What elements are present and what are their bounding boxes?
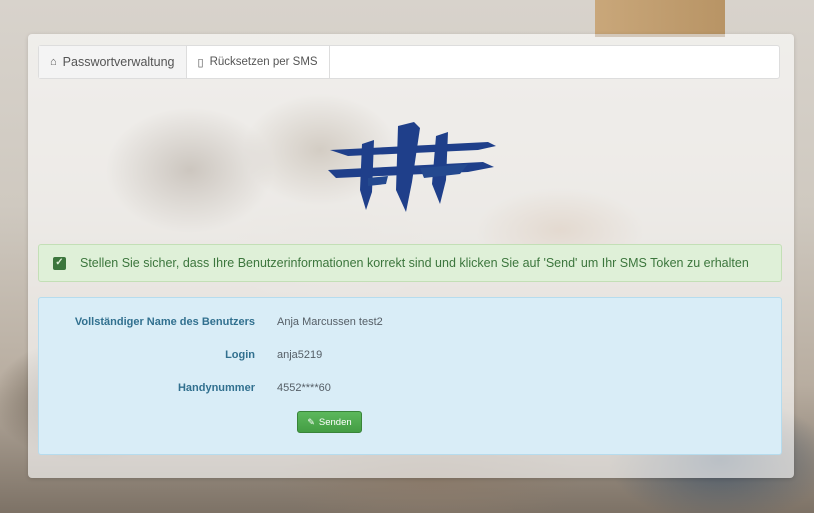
phone-value: 4552****60: [277, 382, 331, 394]
checkbox-checked-icon: ✓: [53, 256, 66, 270]
main-panel: ⌂ Passwortverwaltung ▯ Rücksetzen per SM…: [28, 34, 794, 478]
background-shelf: [595, 0, 725, 37]
fullname-row: Vollständiger Name des Benutzers Anja Ma…: [39, 312, 781, 332]
mobile-icon: ▯: [197, 56, 204, 69]
send-button[interactable]: ✎ Senden: [297, 411, 362, 433]
tab-ruecksetzen-sms[interactable]: ▯ Rücksetzen per SMS: [187, 46, 330, 78]
company-logo: [328, 122, 496, 212]
login-row: Login anja5219: [39, 345, 781, 365]
user-info-box: Vollständiger Name des Benutzers Anja Ma…: [38, 297, 782, 455]
edit-icon: ✎: [307, 416, 315, 427]
fullname-label: Vollständiger Name des Benutzers: [74, 316, 255, 328]
phone-row: Handynummer 4552****60: [39, 378, 781, 398]
alert-text: Stellen Sie sicher, dass Ihre Benutzerin…: [80, 256, 749, 270]
tab-passwortverwaltung[interactable]: ⌂ Passwortverwaltung: [39, 46, 187, 78]
login-label: Login: [225, 349, 255, 361]
tab-label: Passwortverwaltung: [62, 55, 175, 69]
info-alert: ✓ Stellen Sie sicher, dass Ihre Benutzer…: [38, 244, 782, 282]
phone-label: Handynummer: [177, 382, 255, 394]
home-icon: ⌂: [50, 56, 57, 68]
login-value: anja5219: [277, 349, 323, 361]
tab-bar: ⌂ Passwortverwaltung ▯ Rücksetzen per SM…: [38, 45, 780, 79]
fullname-value: Anja Marcussen test2: [277, 316, 383, 328]
tab-label: Rücksetzen per SMS: [209, 56, 318, 68]
send-button-label: Senden: [318, 416, 352, 428]
